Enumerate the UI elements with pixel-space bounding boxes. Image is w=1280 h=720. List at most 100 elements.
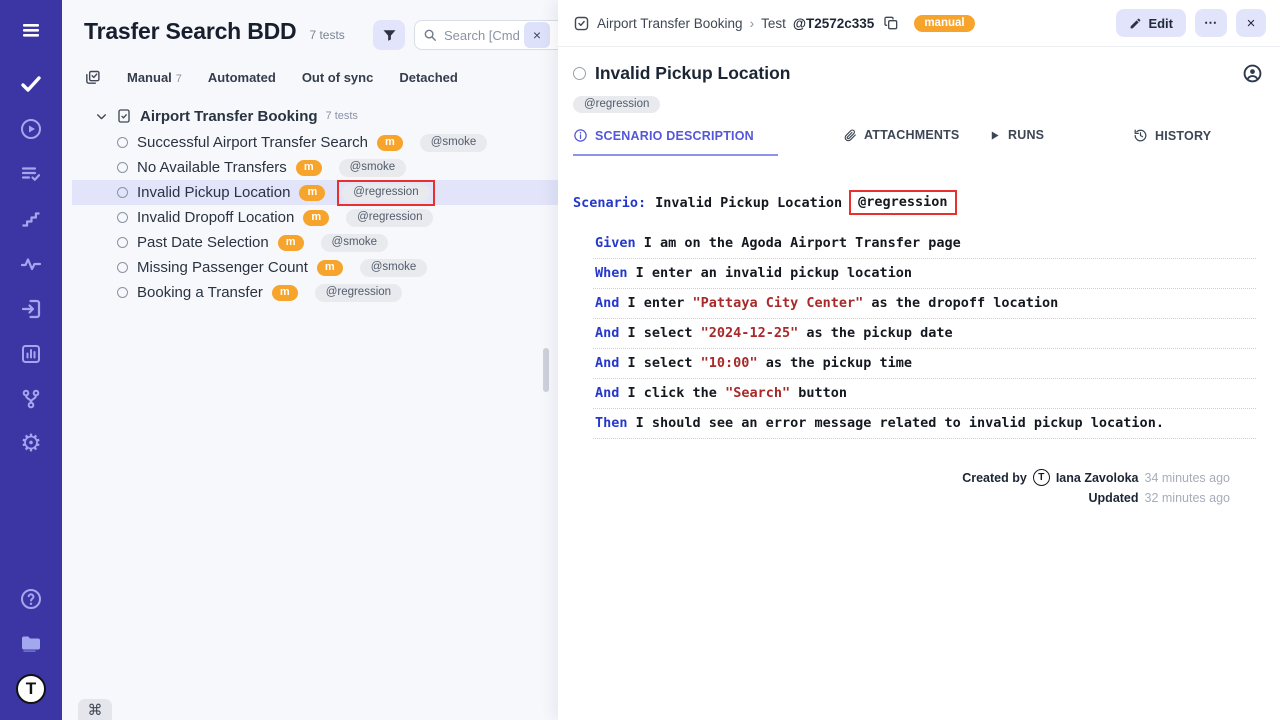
- app-window: ⚙ T Trasfer Search BDD 7 tests: [0, 0, 1280, 720]
- filter-button[interactable]: [373, 20, 405, 50]
- gherkin-step: And I click the "Search" button: [593, 379, 1256, 409]
- tab-detached[interactable]: Detached: [399, 70, 458, 85]
- runs-icon[interactable]: [18, 116, 44, 142]
- tag-annotation-box: @smoke: [334, 155, 412, 181]
- project-tests-count: 7 tests: [309, 28, 344, 42]
- meta-info: Created by T Iana Zavoloka 34 minutes ag…: [573, 469, 1256, 505]
- tag-annotation-box: @smoke: [415, 130, 493, 156]
- tag-pill[interactable]: @regression: [315, 284, 402, 302]
- test-row[interactable]: Past Date Selection m @smoke: [72, 230, 558, 255]
- test-status-icon: [117, 212, 128, 223]
- test-name: Successful Airport Transfer Search: [137, 134, 368, 151]
- reports-icon[interactable]: [18, 341, 44, 367]
- tab-automated[interactable]: Automated: [208, 70, 276, 85]
- test-row[interactable]: Missing Passenger Count m @smoke: [72, 255, 558, 280]
- menu-icon[interactable]: [18, 17, 44, 43]
- test-title: Invalid Pickup Location: [595, 63, 790, 84]
- manual-badge: m: [299, 185, 325, 201]
- search-close-button[interactable]: ×: [524, 22, 550, 48]
- test-row[interactable]: Successful Airport Transfer Search m @sm…: [72, 130, 558, 155]
- app-logo[interactable]: T: [16, 674, 46, 704]
- tag-pill[interactable]: @regression: [342, 184, 429, 202]
- branches-icon[interactable]: [18, 386, 44, 412]
- tag-annotation-box: @regression: [341, 205, 438, 231]
- tab-out-of-sync[interactable]: Out of sync: [302, 70, 374, 85]
- manual-badge: m: [317, 260, 343, 276]
- scrollbar-thumb[interactable]: [543, 348, 549, 392]
- gherkin-step: And I select "10:00" as the pickup time: [593, 349, 1256, 379]
- tab-attachments[interactable]: ATTACHMENTS: [843, 128, 959, 142]
- more-actions-button[interactable]: ⋯: [1195, 9, 1227, 37]
- funnel-icon: [382, 28, 397, 43]
- gherkin-step: And I select "2024-12-25" as the pickup …: [593, 319, 1256, 349]
- test-row[interactable]: Invalid Dropoff Location m @regression: [72, 205, 558, 230]
- test-row[interactable]: No Available Transfers m @smoke: [72, 155, 558, 180]
- scenario-tag-annotated: @regression: [849, 190, 956, 215]
- test-status-icon: [573, 67, 586, 80]
- author-avatar: T: [1033, 469, 1050, 486]
- steps-icon[interactable]: [18, 206, 44, 232]
- tab-scenario-description[interactable]: SCENARIO DESCRIPTION: [573, 128, 778, 156]
- test-detail-panel: Airport Transfer Booking › Test @T2572c3…: [558, 0, 1280, 720]
- tag-pill[interactable]: @smoke: [420, 134, 488, 152]
- test-name: Booking a Transfer: [137, 284, 263, 301]
- tag-pill[interactable]: @smoke: [360, 259, 428, 277]
- test-tree: Airport Transfer Booking 7 tests Success…: [62, 102, 558, 305]
- edit-button[interactable]: Edit: [1116, 9, 1186, 37]
- test-id: @T2572c335: [793, 16, 874, 31]
- manual-status-badge: manual: [914, 15, 974, 32]
- gherkin-step: And I enter "Pattaya City Center" as the…: [593, 289, 1256, 319]
- settings-icon[interactable]: ⚙: [18, 431, 44, 457]
- keyboard-shortcuts-button[interactable]: ⌘: [78, 699, 112, 720]
- search-icon: [423, 28, 437, 42]
- gherkin-step: When I enter an invalid pickup location: [593, 259, 1256, 289]
- manual-badge: m: [377, 135, 403, 151]
- tab-runs[interactable]: RUNS: [988, 128, 1044, 142]
- projects-icon[interactable]: [18, 630, 44, 656]
- paperclip-icon: [843, 128, 857, 142]
- test-plans-icon[interactable]: [18, 161, 44, 187]
- tag-pill[interactable]: @regression: [346, 209, 433, 227]
- manual-badge: m: [272, 285, 298, 301]
- tag-pill[interactable]: @smoke: [321, 234, 389, 252]
- help-icon[interactable]: [18, 586, 44, 612]
- test-row[interactable]: Booking a Transfer m @regression: [72, 280, 558, 305]
- import-icon[interactable]: [18, 296, 44, 322]
- test-status-icon: [117, 262, 128, 273]
- detail-tabs: SCENARIO DESCRIPTION ATTACHMENTS RUNS HI…: [558, 128, 1280, 164]
- checkbox-icon: [573, 15, 590, 32]
- tab-history[interactable]: HISTORY: [1133, 128, 1211, 143]
- chevron-down-icon: [95, 110, 108, 123]
- tag-pill[interactable]: @smoke: [339, 159, 407, 177]
- test-filter-tabs: Manual7 Automated Out of sync Detached: [62, 69, 558, 86]
- tests-icon[interactable]: [18, 71, 44, 97]
- test-name: Past Date Selection: [137, 234, 269, 251]
- assignee-avatar-icon[interactable]: [1243, 64, 1262, 83]
- feature-file-icon: [116, 108, 132, 124]
- tag-annotation-box: @smoke: [316, 230, 394, 256]
- tab-manual[interactable]: Manual7: [127, 70, 182, 85]
- app-rail: ⚙ T: [0, 0, 62, 720]
- test-name: Invalid Dropoff Location: [137, 209, 294, 226]
- test-status-icon: [117, 287, 128, 298]
- tag-annotation-box: @regression: [337, 180, 434, 206]
- author-name: Iana Zavoloka: [1056, 471, 1139, 485]
- info-icon: [573, 128, 588, 143]
- test-status-icon: [117, 187, 128, 198]
- scenario-title-line: Scenario: Invalid Pickup Location @regre…: [573, 190, 1256, 215]
- updated-timestamp: 32 minutes ago: [1145, 491, 1230, 505]
- breadcrumb-feature[interactable]: Airport Transfer Booking: [597, 16, 743, 31]
- test-row[interactable]: Invalid Pickup Location m @regression: [72, 180, 558, 205]
- history-clock-icon: [1133, 128, 1148, 143]
- test-status-icon: [117, 162, 128, 173]
- select-all-icon[interactable]: [84, 69, 101, 86]
- tag-annotation-box: @regression: [310, 280, 407, 306]
- analytics-icon[interactable]: [18, 251, 44, 277]
- feature-row[interactable]: Airport Transfer Booking 7 tests: [62, 102, 558, 130]
- test-status-icon: [117, 137, 128, 148]
- test-tag-pill[interactable]: @regression: [573, 96, 660, 113]
- manual-badge: m: [296, 160, 322, 176]
- close-panel-button[interactable]: ×: [1236, 9, 1266, 37]
- copy-icon[interactable]: [883, 15, 899, 31]
- gherkin-step: Given I am on the Agoda Airport Transfer…: [593, 229, 1256, 259]
